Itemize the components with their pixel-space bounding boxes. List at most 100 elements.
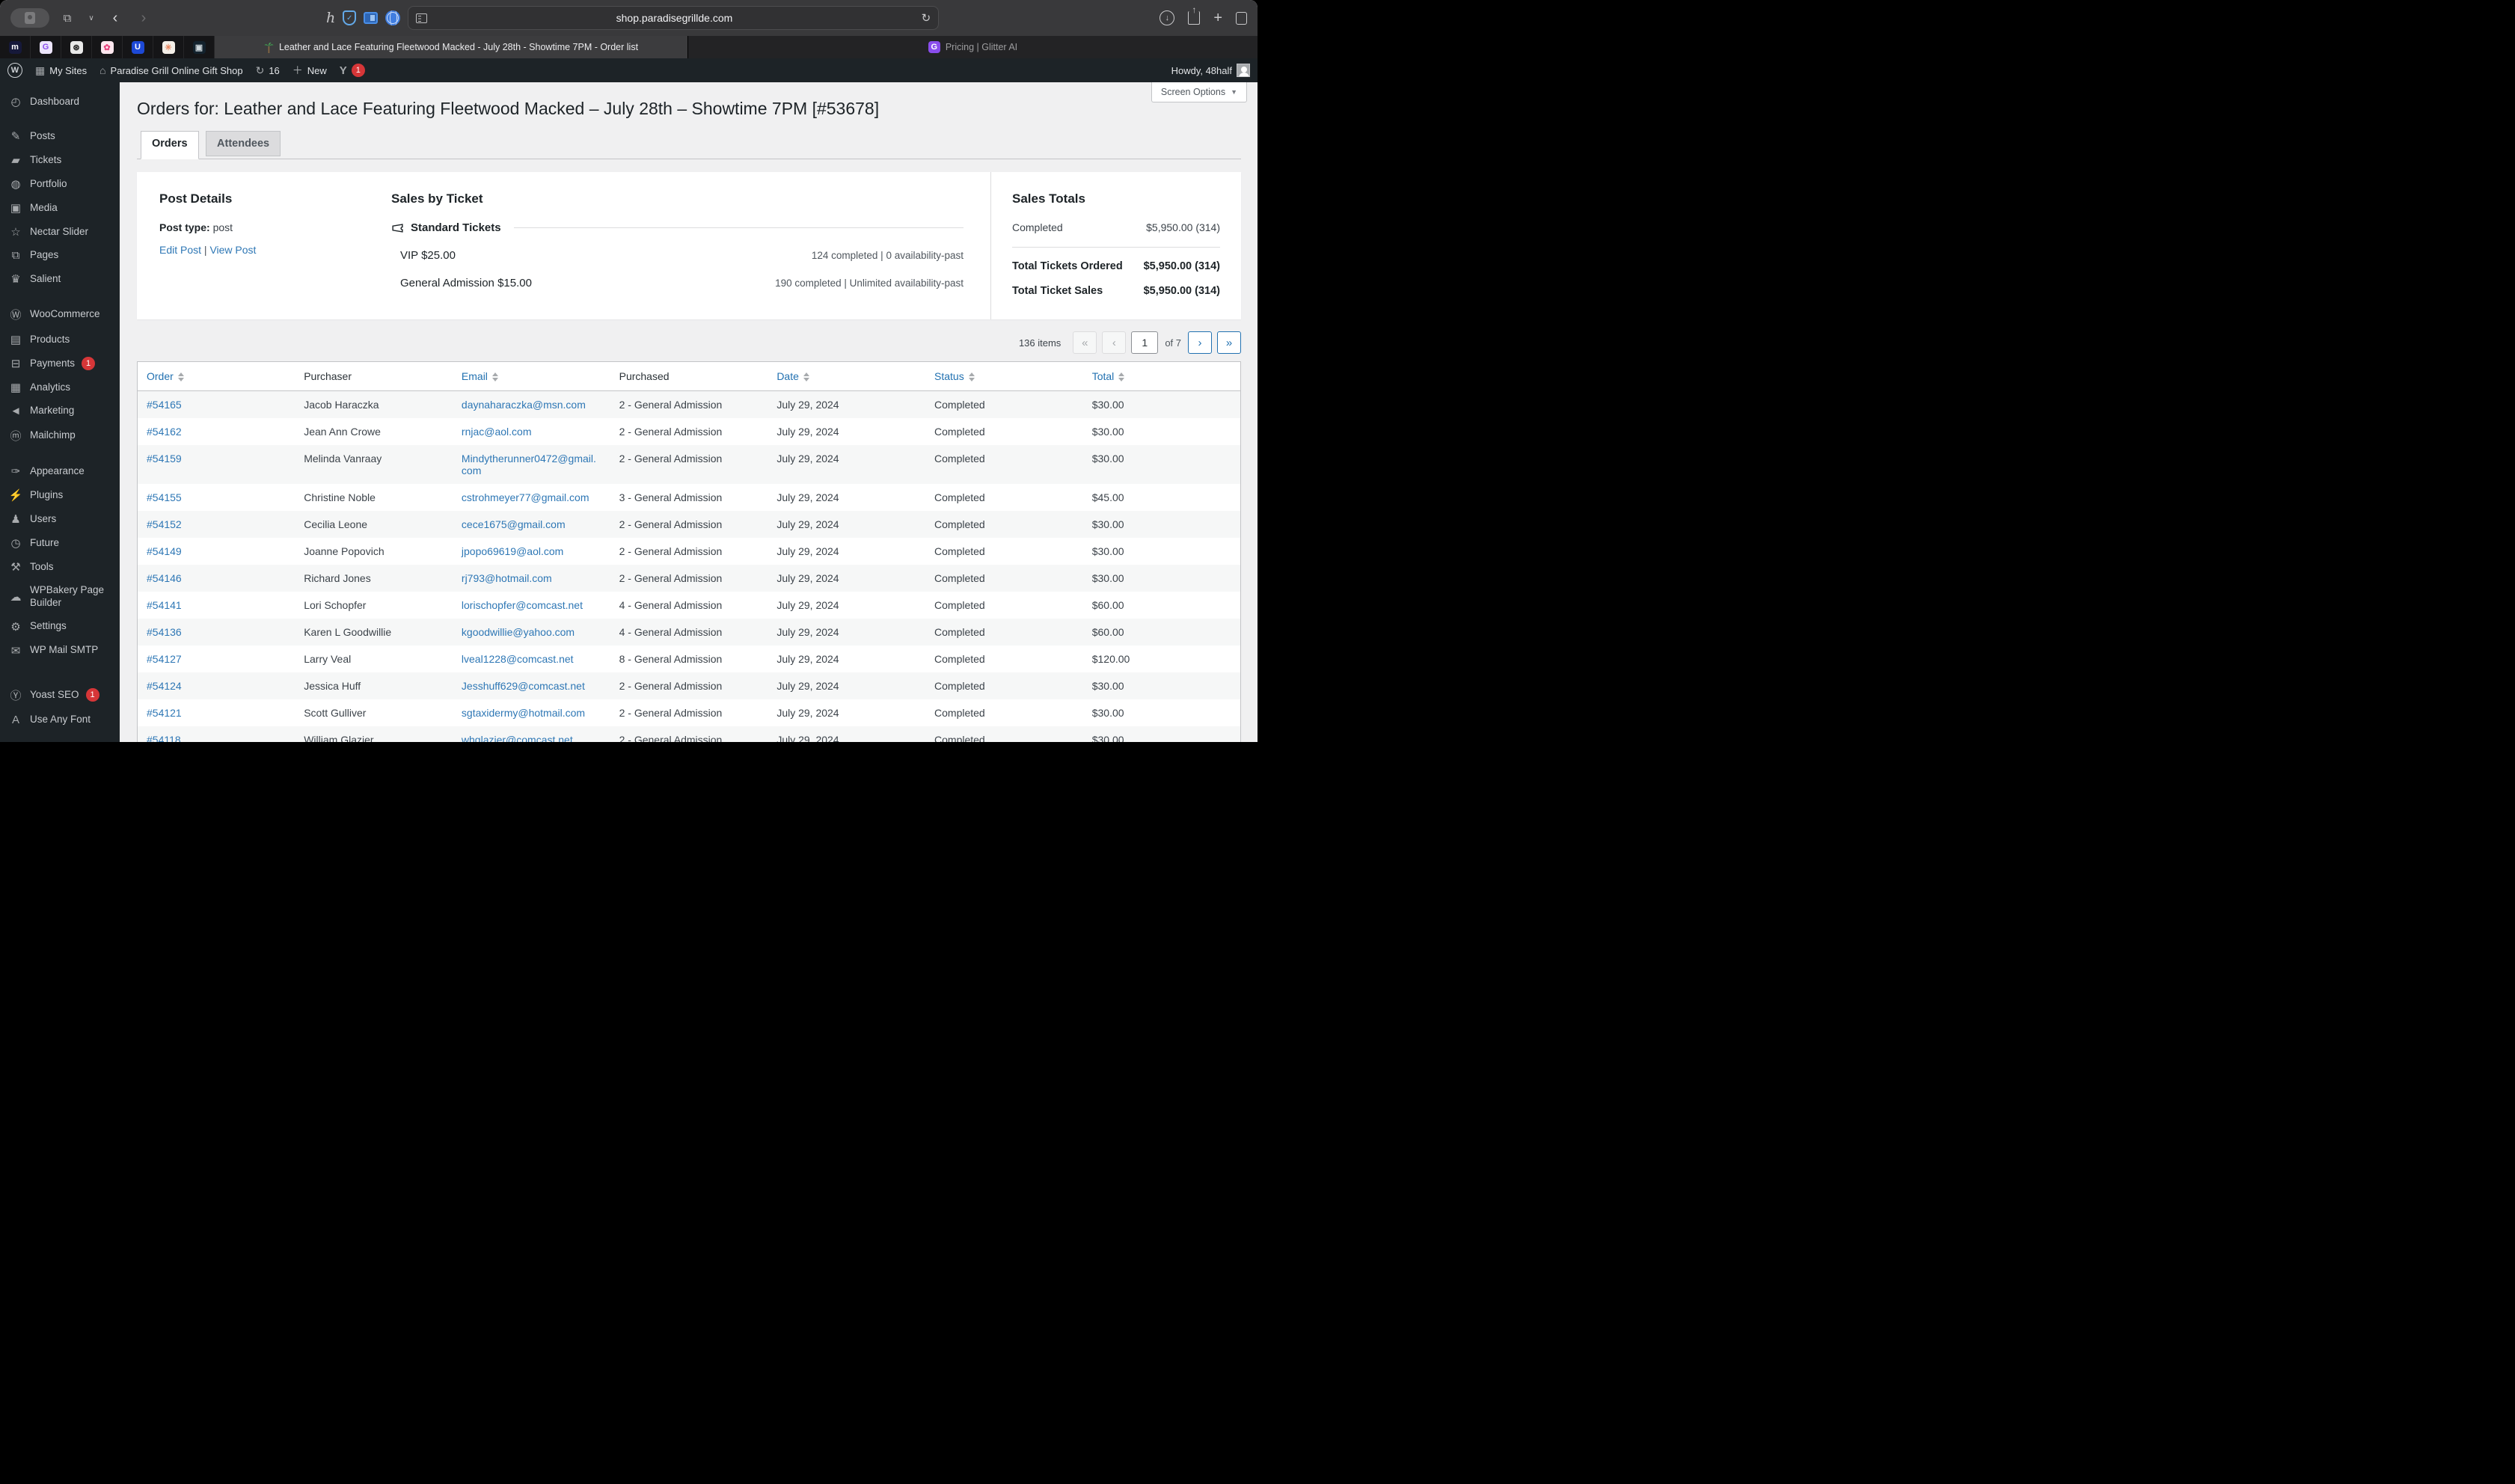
page-settings-icon[interactable]: [416, 13, 428, 23]
date-cell: July 29, 2024: [776, 572, 839, 584]
tab-overview-icon[interactable]: [1233, 8, 1247, 25]
email-link[interactable]: whglazier@comcast.net: [462, 734, 573, 742]
sidebar-item-products[interactable]: ▤ Products: [0, 328, 120, 352]
sidebar-item-yoast-seo[interactable]: Ⓨ Yoast SEO 1: [0, 682, 120, 708]
sidebar-item-mailchimp[interactable]: ⓜ Mailchimp: [0, 423, 120, 449]
pinned-tab-flower[interactable]: ✿: [92, 36, 123, 58]
pinned-tab-openai[interactable]: ⊛: [61, 36, 92, 58]
email-link[interactable]: rnjac@aol.com: [462, 426, 532, 438]
sidebar-item-appearance[interactable]: ✑ Appearance: [0, 459, 120, 483]
sidebar-item-future[interactable]: ◷ Future: [0, 531, 120, 555]
edit-post-link[interactable]: Edit Post: [159, 244, 201, 256]
yoast-menu[interactable]: Y1: [340, 64, 365, 77]
sidebar-item-salient[interactable]: ♛ Salient: [0, 267, 120, 291]
active-tab[interactable]: Leather and Lace Featuring Fleetwood Mac…: [215, 36, 687, 58]
reload-icon[interactable]: ↻: [922, 11, 931, 25]
background-tab[interactable]: G Pricing | Glitter AI: [687, 36, 1258, 58]
new-tab-icon[interactable]: +: [1213, 10, 1222, 27]
email-link[interactable]: lorischopfer@comcast.net: [462, 599, 583, 611]
order-link[interactable]: #54146: [147, 572, 182, 584]
sidebar-item-pages[interactable]: ⧉ Pages: [0, 244, 120, 267]
globe-extension-icon[interactable]: [385, 10, 401, 25]
column-header-order[interactable]: Order: [137, 361, 295, 391]
tab-orders[interactable]: Orders: [141, 131, 199, 159]
email-link[interactable]: kgoodwillie@yahoo.com: [462, 626, 575, 638]
sidebar-item-dashboard[interactable]: ◴ Dashboard: [0, 90, 120, 114]
pinned-tab-glitter[interactable]: G: [31, 36, 61, 58]
email-link[interactable]: daynaharaczka@msn.com: [462, 399, 586, 411]
shield-check-extension-icon[interactable]: ✓: [343, 10, 357, 25]
order-link[interactable]: #54136: [147, 626, 182, 638]
next-page-button[interactable]: ›: [1188, 331, 1212, 354]
tools-icon: ⚒: [10, 561, 21, 574]
first-page-button[interactable]: «: [1073, 331, 1097, 354]
order-link[interactable]: #54118: [147, 734, 181, 742]
column-header-date[interactable]: Date: [768, 361, 926, 391]
sidebar-item-tickets[interactable]: ▰ Tickets: [0, 148, 120, 172]
pinned-tab-u[interactable]: U: [123, 36, 153, 58]
column-header-email[interactable]: Email: [452, 361, 610, 391]
site-name-menu[interactable]: ⌂ Paradise Grill Online Gift Shop: [99, 64, 243, 76]
order-link[interactable]: #54124: [147, 680, 182, 692]
howdy-account-menu[interactable]: Howdy, 48half: [1171, 64, 1250, 77]
sidebar-item-users[interactable]: ♟ Users: [0, 507, 120, 531]
order-link[interactable]: #54141: [147, 599, 182, 611]
sidebar-item-use-any-font[interactable]: A Use Any Font: [0, 708, 120, 732]
order-link[interactable]: #54162: [147, 426, 182, 438]
email-link[interactable]: Mindytherunner0472@gmail.com: [462, 453, 596, 476]
sidebar-item-tools[interactable]: ⚒ Tools: [0, 555, 120, 579]
email-link[interactable]: sgtaxidermy@hotmail.com: [462, 707, 585, 719]
sidebar-item-settings[interactable]: ⚙ Settings: [0, 615, 120, 639]
forward-button[interactable]: ›: [133, 7, 154, 28]
address-bar[interactable]: shop.paradisegrillde.com ↻: [408, 6, 940, 30]
pinned-tab-spiral[interactable]: ▣: [184, 36, 215, 58]
sidebar-item-posts[interactable]: ✎ Posts: [0, 124, 120, 148]
tab-attendees[interactable]: Attendees: [206, 131, 281, 156]
email-link[interactable]: cece1675@gmail.com: [462, 518, 566, 530]
profile-tab-group-button[interactable]: [10, 8, 49, 28]
window-extension-icon[interactable]: [364, 12, 379, 24]
sidebar-item-woocommerce[interactable]: Ⓦ WooCommerce: [0, 301, 120, 328]
order-link[interactable]: #54152: [147, 518, 182, 530]
email-link[interactable]: cstrohmeyer77@gmail.com: [462, 491, 589, 503]
sidebar-item-wpbakery-page-builder[interactable]: ☁ WPBakery Page Builder: [0, 579, 120, 615]
order-link[interactable]: #54155: [147, 491, 182, 503]
sidebar-toggle-icon[interactable]: ⧉: [57, 7, 78, 28]
honey-extension-icon[interactable]: h: [326, 10, 335, 26]
sidebar-item-marketing[interactable]: ◄ Marketing: [0, 399, 120, 423]
sidebar-item-wp-mail-smtp[interactable]: ✉ WP Mail SMTP: [0, 639, 120, 663]
email-link[interactable]: lveal1228@comcast.net: [462, 653, 574, 665]
updates-menu[interactable]: ↻ 16: [256, 64, 280, 77]
sidebar-item-portfolio[interactable]: ◍ Portfolio: [0, 172, 120, 196]
sidebar-item-analytics[interactable]: ▦ Analytics: [0, 375, 120, 399]
order-link[interactable]: #54159: [147, 453, 182, 464]
view-post-link[interactable]: View Post: [209, 244, 256, 256]
sidebar-item-payments[interactable]: ⊟ Payments 1: [0, 352, 120, 375]
column-header-status[interactable]: Status: [925, 361, 1083, 391]
order-link[interactable]: #54121: [147, 707, 182, 719]
current-page-input[interactable]: [1131, 331, 1159, 354]
prev-page-button[interactable]: ‹: [1102, 331, 1127, 354]
order-link[interactable]: #54149: [147, 545, 182, 557]
order-link[interactable]: #54127: [147, 653, 182, 665]
back-button[interactable]: ‹: [105, 7, 126, 28]
email-link[interactable]: Jesshuff629@comcast.net: [462, 680, 585, 692]
new-content-menu[interactable]: ＋ New: [292, 63, 327, 78]
order-link[interactable]: #54165: [147, 399, 182, 411]
email-link[interactable]: rj793@hotmail.com: [462, 572, 552, 584]
pinned-tab-burst[interactable]: ✳: [153, 36, 184, 58]
last-page-button[interactable]: »: [1217, 331, 1241, 354]
share-icon[interactable]: [1188, 11, 1201, 25]
sidebar-item-nectar-slider[interactable]: ☆ Nectar Slider: [0, 220, 120, 244]
my-sites-menu[interactable]: ▦ My Sites: [35, 64, 87, 77]
pinned-tab-m[interactable]: m: [0, 36, 31, 58]
wp-logo-menu[interactable]: W: [7, 63, 22, 78]
sidebar-item-plugins[interactable]: ⚡ Plugins: [0, 483, 120, 507]
column-header-total[interactable]: Total: [1082, 361, 1241, 391]
screen-options-button[interactable]: Screen Options ▼: [1151, 82, 1247, 102]
sidebar-item-media[interactable]: ▣ Media: [0, 196, 120, 220]
column-label: Status: [934, 370, 964, 382]
downloads-icon[interactable]: ↓: [1160, 10, 1175, 25]
chevron-down-icon[interactable]: ∨: [85, 7, 97, 28]
email-link[interactable]: jpopo69619@aol.com: [462, 545, 563, 557]
